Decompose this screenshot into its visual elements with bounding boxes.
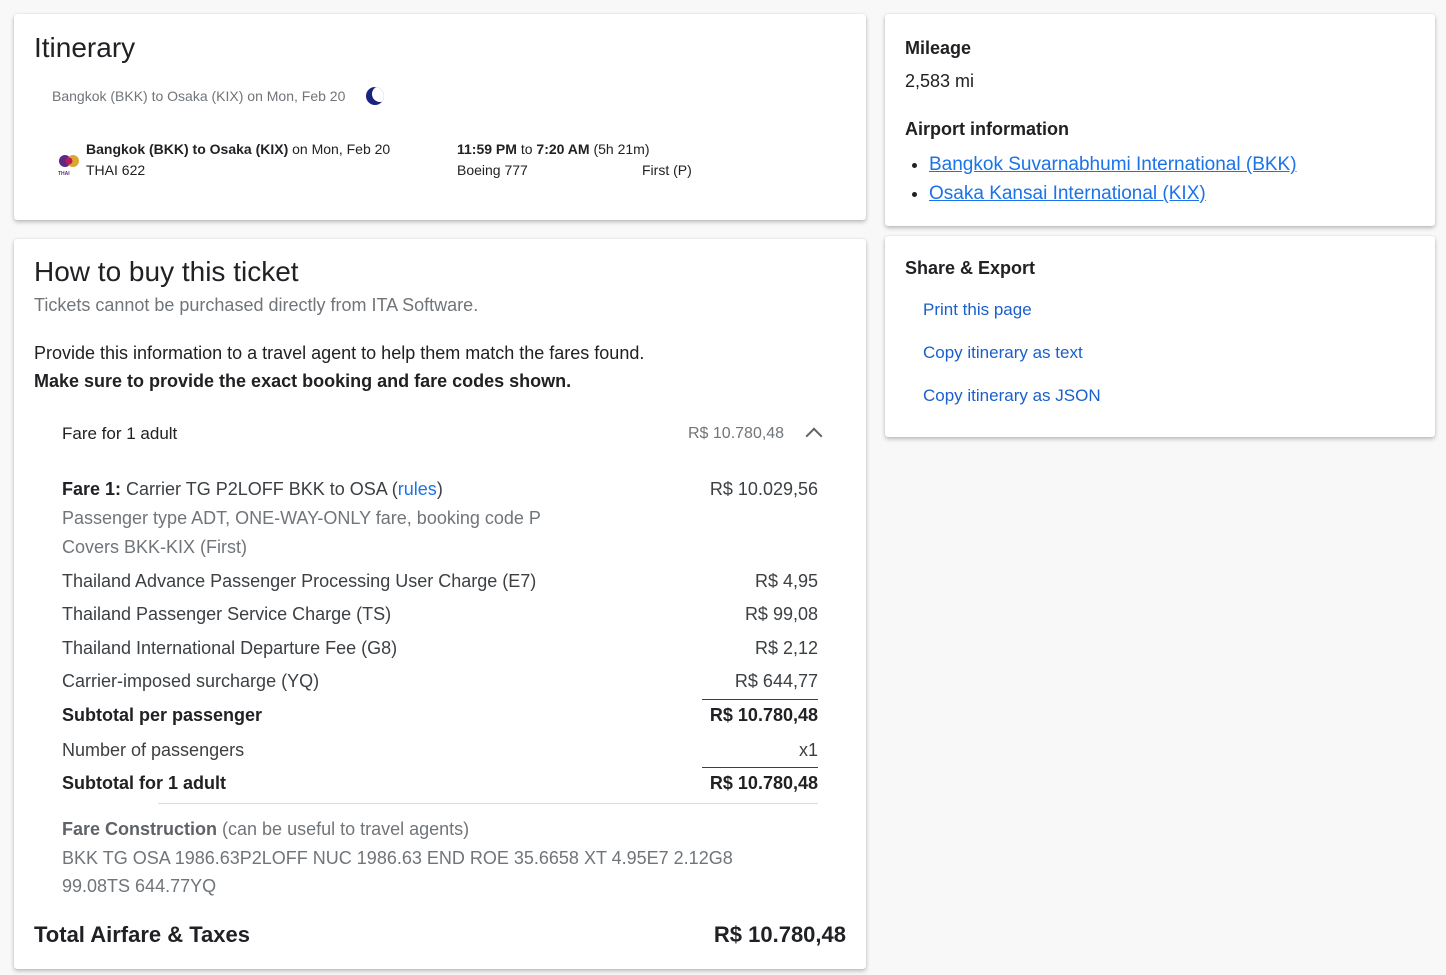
mileage-title: Mileage bbox=[905, 38, 972, 58]
itinerary-summary: Bangkok (BKK) to Osaka (KIX) on Mon, Feb… bbox=[52, 88, 346, 104]
segment-aircraft: Boeing 777 bbox=[457, 162, 528, 178]
copy-text-link[interactable]: Copy itinerary as text bbox=[923, 343, 1083, 363]
segment-route: Bangkok (BKK) to Osaka (KIX) bbox=[86, 141, 289, 157]
agent-instruction: Provide this information to a travel age… bbox=[34, 343, 645, 363]
segment-arrive: 7:20 AM bbox=[536, 141, 590, 157]
airport-list-item: Osaka Kansai International (KIX) bbox=[929, 179, 1297, 208]
collapse-chevron-up-icon[interactable] bbox=[805, 427, 823, 445]
charge-amount: R$ 644,77 bbox=[734, 671, 818, 691]
overnight-moon-icon bbox=[366, 87, 384, 105]
segment-to: to bbox=[520, 141, 533, 157]
total-label: Total Airfare & Taxes bbox=[34, 922, 250, 947]
segment-cabin: First (P) bbox=[642, 162, 692, 178]
charge-amount: R$ 99,08 bbox=[744, 604, 818, 624]
charge-label: Carrier-imposed surcharge (YQ) bbox=[62, 671, 320, 691]
fare1-prefix: Fare 1: bbox=[62, 479, 122, 499]
charge-label: Thailand Passenger Service Charge (TS) bbox=[62, 604, 392, 624]
segment-depart: 11:59 PM bbox=[457, 141, 517, 157]
fare-construction-label-wrap: Fare Construction (can be useful to trav… bbox=[62, 819, 469, 840]
airport-link-bkk[interactable]: Bangkok Suvarnabhumi International (BKK) bbox=[929, 154, 1297, 175]
segment-time-line: 11:59 PM to 7:20 AM (5h 21m) bbox=[457, 141, 650, 157]
itinerary-title: Itinerary bbox=[34, 32, 136, 63]
segment-flight: THAI 622 bbox=[86, 162, 146, 178]
mileage-card: Mileage 2,583 mi Airport information Ban… bbox=[885, 14, 1435, 226]
itinerary-card: Itinerary Bangkok (BKK) to Osaka (KIX) o… bbox=[14, 14, 866, 220]
fare1-text: Carrier TG P2LOFF BKK to OSA ( bbox=[126, 479, 398, 499]
airport-link-kix[interactable]: Osaka Kansai International (KIX) bbox=[929, 183, 1206, 204]
fare1-close: ) bbox=[436, 479, 443, 499]
airport-list-item: Bangkok Suvarnabhumi International (BKK) bbox=[929, 150, 1297, 179]
fare1-line3: Covers BKK-KIX (First) bbox=[62, 537, 248, 557]
fare-construction-line1: BKK TG OSA 1986.63P2LOFF NUC 1986.63 END… bbox=[62, 848, 733, 868]
copy-json-link[interactable]: Copy itinerary as JSON bbox=[923, 386, 1101, 406]
num-pass-label: Number of passengers bbox=[62, 740, 245, 760]
total-amount: R$ 10.780,48 bbox=[713, 922, 846, 947]
agent-instruction-bold: Make sure to provide the exact booking a… bbox=[34, 371, 572, 391]
charge-label: Thailand Advance Passenger Processing Us… bbox=[62, 571, 537, 591]
subtotal-adult-label: Subtotal for 1 adult bbox=[62, 773, 226, 793]
fare-construction-note: (can be useful to travel agents) bbox=[222, 819, 470, 839]
airport-info-title: Airport information bbox=[905, 119, 1069, 139]
segment-duration: (5h 21m) bbox=[593, 141, 650, 157]
fare1-line2: Passenger type ADT, ONE-WAY-ONLY fare, b… bbox=[62, 508, 541, 528]
print-page-link[interactable]: Print this page bbox=[923, 300, 1032, 320]
airport-list: Bangkok Suvarnabhumi International (BKK)… bbox=[905, 150, 1297, 208]
fare-construction-label: Fare Construction bbox=[62, 819, 218, 839]
subtotal-divider bbox=[702, 699, 818, 700]
fare-header-amount: R$ 10.780,48 bbox=[688, 425, 785, 442]
fare-construction-divider bbox=[158, 803, 818, 804]
purchase-notice: Tickets cannot be purchased directly fro… bbox=[34, 295, 479, 315]
fare1-amount: R$ 10.029,56 bbox=[709, 479, 818, 499]
logo-text: THAI bbox=[58, 171, 70, 177]
charge-label: Thailand International Departure Fee (G8… bbox=[62, 638, 398, 658]
share-export-title: Share & Export bbox=[905, 258, 1036, 278]
fare-rules-link[interactable]: rules bbox=[398, 479, 437, 499]
subtotal-pp-amount: R$ 10.780,48 bbox=[709, 705, 818, 725]
mileage-value: 2,583 mi bbox=[905, 71, 975, 91]
fare-construction-line2: 99.08TS 644.77YQ bbox=[62, 876, 217, 896]
subtotal-adult-amount: R$ 10.780,48 bbox=[709, 773, 818, 793]
charge-amount: R$ 4,95 bbox=[754, 571, 818, 591]
charge-amount: R$ 2,12 bbox=[754, 638, 818, 658]
subtotal-adult-divider bbox=[702, 767, 818, 768]
subtotal-pp-label: Subtotal per passenger bbox=[62, 705, 263, 725]
fare-header-label: Fare for 1 adult bbox=[62, 424, 178, 443]
num-pass-amount: x1 bbox=[798, 740, 818, 760]
fare1-label: Fare 1: Carrier TG P2LOFF BKK to OSA (ru… bbox=[62, 479, 443, 500]
segment-route-line: Bangkok (BKK) to Osaka (KIX) on Mon, Feb… bbox=[86, 141, 390, 157]
share-export-card: Share & Export Print this page Copy itin… bbox=[885, 236, 1435, 437]
how-to-buy-card: How to buy this ticket Tickets cannot be… bbox=[14, 239, 866, 969]
segment-date: on Mon, Feb 20 bbox=[292, 141, 391, 157]
how-to-buy-title: How to buy this ticket bbox=[34, 256, 299, 287]
